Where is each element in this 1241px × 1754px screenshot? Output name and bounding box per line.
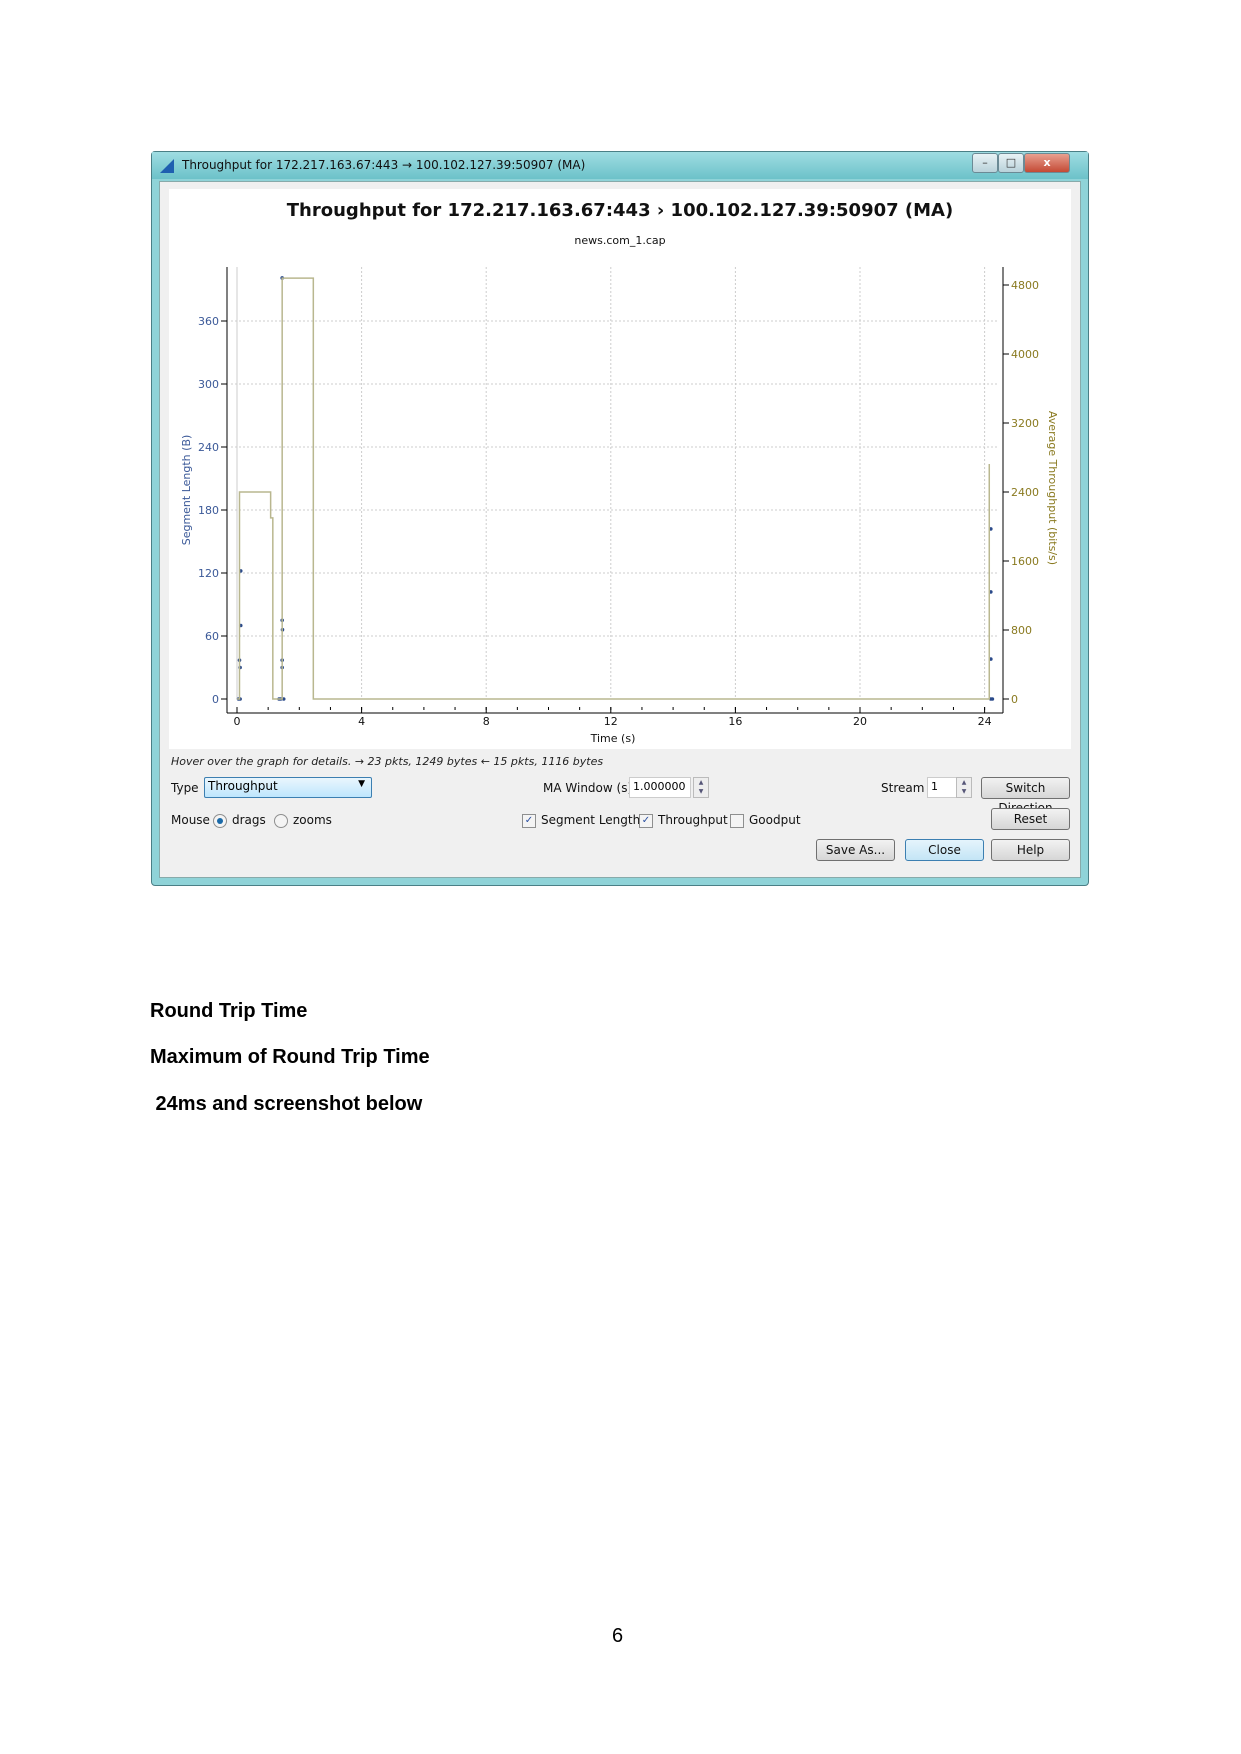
heading-max-rtt: Maximum of Round Trip Time [150,1046,430,1068]
x-tick-label: 24 [978,715,992,728]
document-page: Throughput for 172.217.163.67:443 → 100.… [0,0,1241,1754]
page-number: 6 [612,1625,624,1647]
x-tick-label: 16 [728,715,742,728]
chart-subtitle: news.com_1.cap [574,234,665,247]
y-right-tick-label: 0 [1011,693,1018,706]
y-left-tick-label: 60 [205,630,219,643]
y-right-tick-label: 3200 [1011,417,1039,430]
y-right-tick-label: 4000 [1011,348,1039,361]
y-left-tick-label: 300 [198,378,219,391]
heading-round-trip-time: Round Trip Time [150,1000,308,1022]
right-axis-label: Average Throughput (bits/s) [1046,411,1059,565]
y-left-tick-label: 360 [198,315,219,328]
x-axis-label: Time (s) [590,732,636,745]
x-tick-label: 0 [234,715,241,728]
y-left-tick-label: 120 [198,567,219,580]
segment-point [990,697,995,701]
y-left-tick-label: 240 [198,441,219,454]
y-right-tick-label: 4800 [1011,279,1039,292]
left-axis-label: Segment Length (B) [180,435,193,546]
y-left-tick-label: 0 [212,693,219,706]
y-right-tick-label: 2400 [1011,486,1039,499]
y-left-tick-label: 180 [198,504,219,517]
x-tick-label: 12 [604,715,618,728]
chart-title: Throughput for 172.217.163.67:443 › 100.… [287,200,953,221]
x-tick-label: 4 [358,715,365,728]
throughput-chart[interactable]: Throughput for 172.217.163.67:443 › 100.… [0,0,1241,900]
rtt-result-text: 24ms and screenshot below [150,1093,423,1115]
x-tick-label: 20 [853,715,867,728]
x-tick-label: 8 [483,715,490,728]
y-right-tick-label: 800 [1011,624,1032,637]
y-right-tick-label: 1600 [1011,555,1039,568]
